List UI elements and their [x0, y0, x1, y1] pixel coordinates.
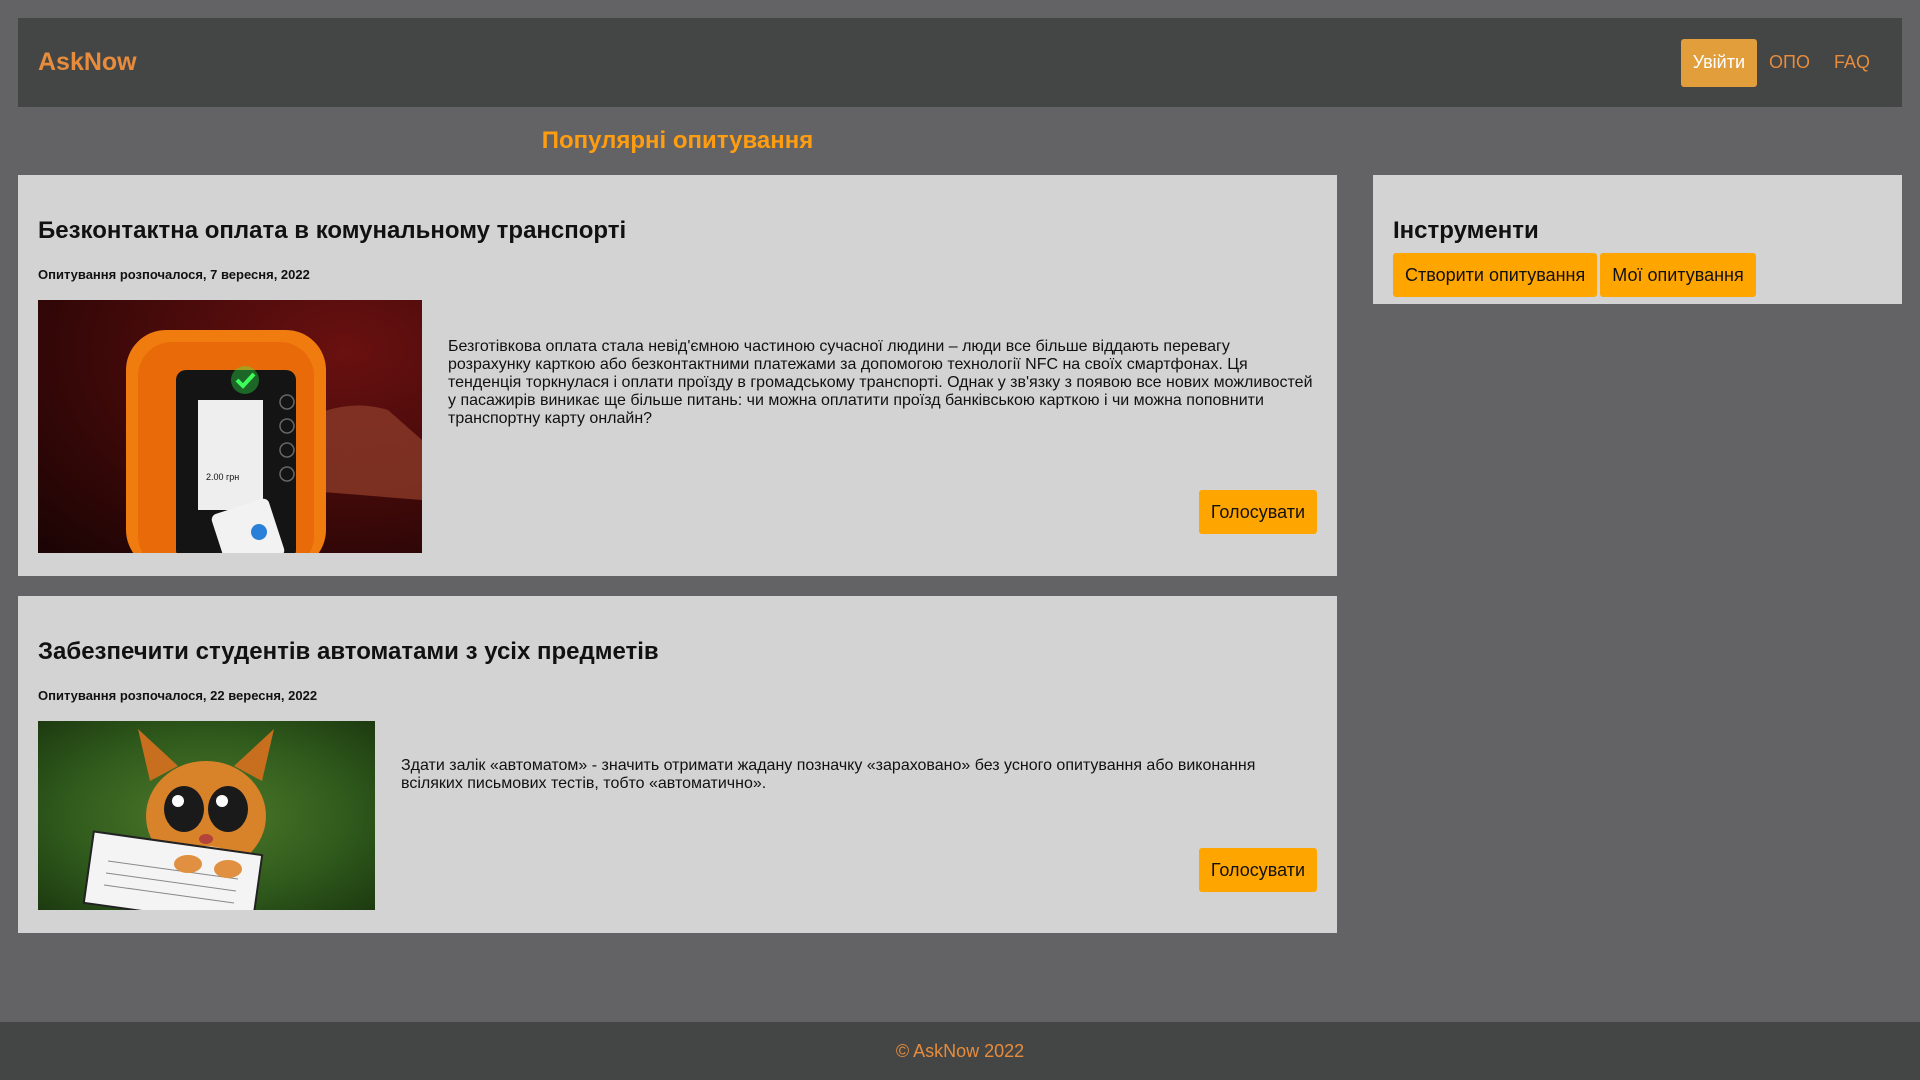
tools-sidebar: Інструменти Створити опитування Мої опит… [1373, 175, 1902, 304]
create-poll-button[interactable]: Створити опитування [1393, 253, 1598, 297]
poll-card: Забезпечити студентів автоматами з усіх … [18, 596, 1337, 933]
brand-logo-link[interactable]: AskNow [38, 48, 137, 77]
poll-card: Безконтактна оплата в комунальному транс… [18, 175, 1337, 576]
nav-link-opo[interactable]: ОПО [1757, 52, 1822, 73]
nav-link-faq[interactable]: FAQ [1822, 52, 1882, 73]
vote-button[interactable]: Голосувати [1198, 490, 1317, 534]
poll-body: 2.00 грн Безготівкова оплата стала невід… [38, 300, 1317, 553]
footer-copyright: © AskNow 2022 [895, 1040, 1025, 1061]
section-title: Популярні опитування [541, 127, 814, 154]
vote-button[interactable]: Голосувати [1198, 848, 1317, 892]
poll-body: Здати залік «автоматом» - значить отрима… [38, 721, 1317, 910]
poll-image-cat [38, 721, 375, 910]
footer: © AskNow 2022 [0, 1022, 1920, 1080]
tools-title: Інструменти [1393, 217, 1539, 244]
tools-buttons: Створити опитування Мої опитування [1393, 253, 1882, 297]
poll-description: Безготівкова оплата стала невід'ємною ча… [448, 338, 1313, 427]
poll-description: Здати залік «автоматом» - значить отрима… [401, 757, 1256, 792]
poll-image-transport-validator: 2.00 грн [38, 300, 422, 553]
poll-title: Безконтактна оплата в комунальному транс… [38, 217, 627, 244]
poll-date: Опитування розпочалося, 7 вересня, 2022 [38, 267, 310, 282]
my-polls-button[interactable]: Мої опитування [1600, 253, 1756, 297]
validator-price-text: 2.00 грн [206, 472, 239, 482]
navbar: AskNow Увійти ОПО FAQ [18, 18, 1902, 107]
poll-title: Забезпечити студентів автоматами з усіх … [38, 638, 659, 665]
nav-links: Увійти ОПО FAQ [1680, 38, 1882, 87]
login-button[interactable]: Увійти [1680, 38, 1758, 87]
poll-date: Опитування розпочалося, 22 вересня, 2022 [38, 688, 318, 703]
